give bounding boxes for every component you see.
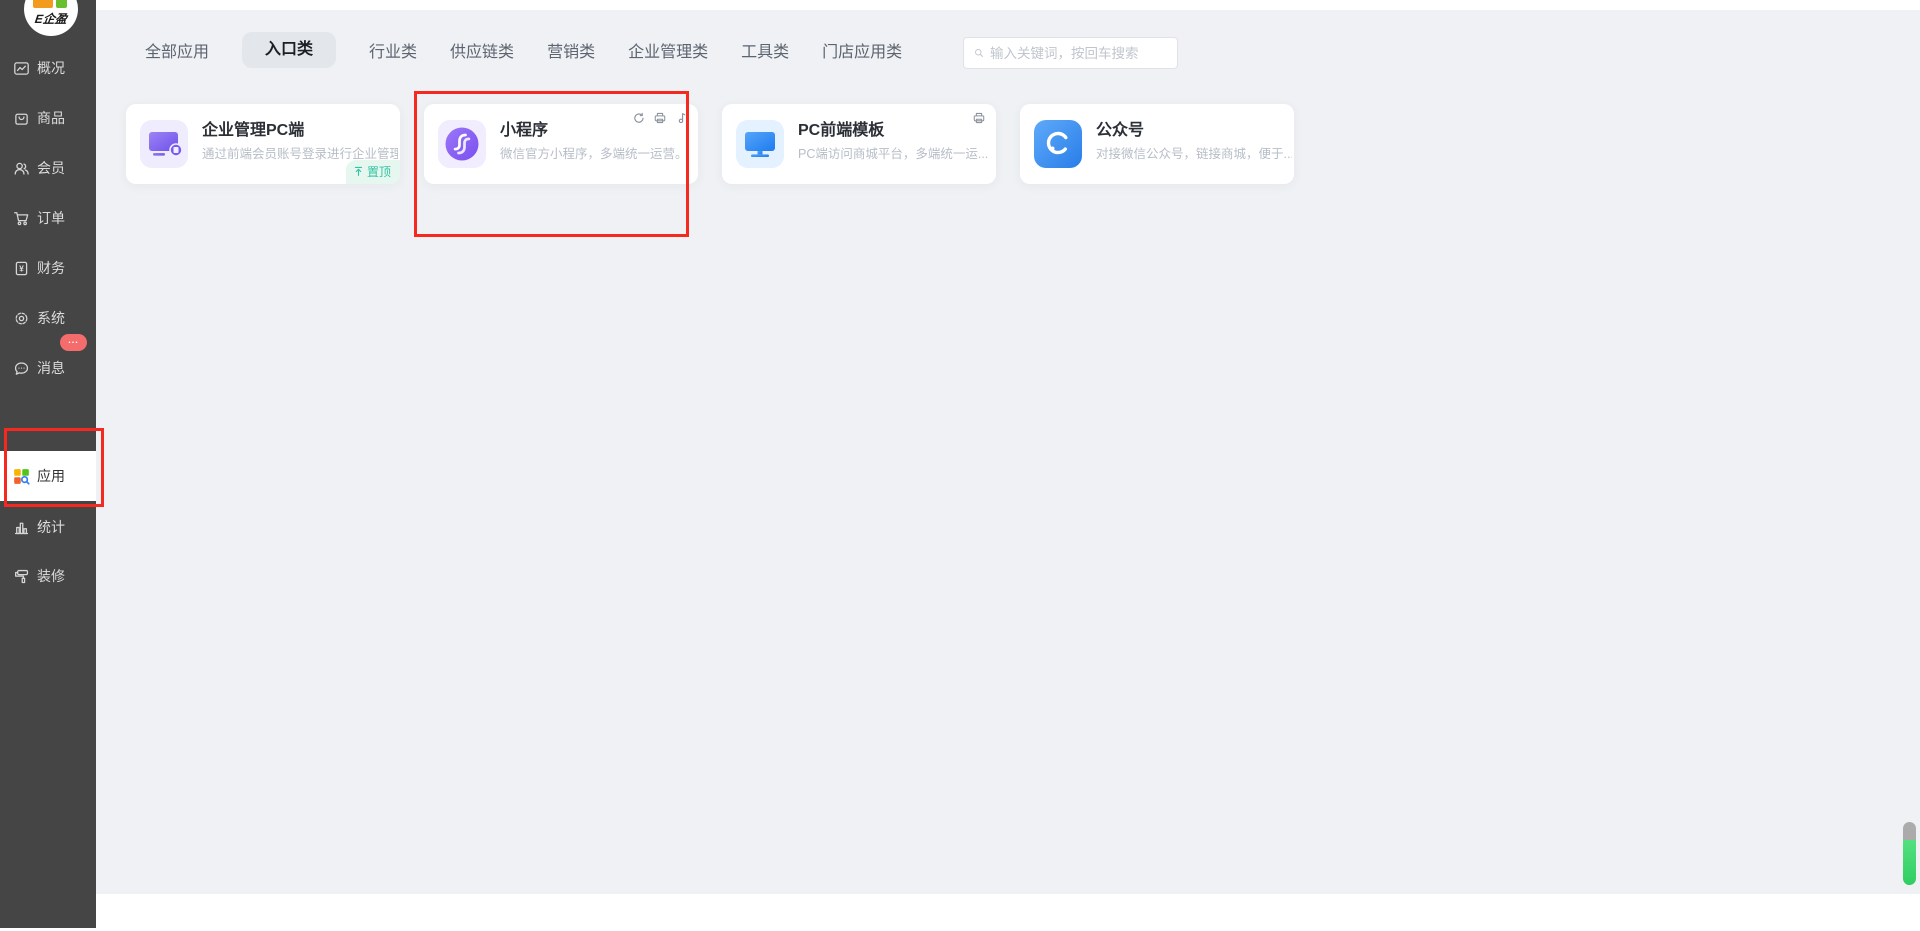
app-card-title: 企业管理PC端 xyxy=(202,116,304,140)
system-icon xyxy=(12,309,30,327)
stats-icon xyxy=(12,518,30,536)
finance-icon: ¥ xyxy=(12,259,30,277)
pc-template-app-icon xyxy=(736,120,784,168)
app-card-desc: 对接微信公众号，链接商城，便于... xyxy=(1096,143,1292,162)
sidebar-item-finance[interactable]: ¥ 财务 xyxy=(0,257,96,279)
tab-all-apps[interactable]: 全部应用 xyxy=(145,38,209,62)
printer-icon[interactable] xyxy=(653,111,667,125)
sidebar-item-apps[interactable]: 应用 xyxy=(0,451,96,501)
pin-top-icon xyxy=(353,166,364,177)
sidebar-item-orders[interactable]: 订单 xyxy=(0,207,96,229)
sidebar-item-system[interactable]: 系统 xyxy=(0,307,96,329)
app-logo[interactable]: E企盈 xyxy=(24,0,78,36)
sidebar-item-goods[interactable]: 商品 xyxy=(0,107,96,129)
goods-icon xyxy=(12,109,30,127)
app-card-pc-admin[interactable]: 企业管理PC端 通过前端会员账号登录进行企业管理 置顶 xyxy=(126,104,400,184)
members-icon xyxy=(12,159,30,177)
sidebar-item-stats[interactable]: 统计 xyxy=(0,516,96,538)
sidebar-item-overview[interactable]: 概况 xyxy=(0,57,96,79)
tab-supply-chain[interactable]: 供应链类 xyxy=(450,38,514,62)
pin-top-label: 置顶 xyxy=(367,163,391,180)
refresh-icon[interactable] xyxy=(632,111,646,125)
overview-icon xyxy=(12,59,30,77)
app-card-title: 小程序 xyxy=(500,116,548,140)
sidebar-item-decorate-label: 装修 xyxy=(37,566,65,586)
vertical-scrollbar-thumb[interactable] xyxy=(1903,822,1916,885)
logo-text: E企盈 xyxy=(24,10,78,27)
sidebar-item-messages-label: 消息 xyxy=(37,358,65,378)
category-tabs: 全部应用 入口类 行业类 供应链类 营销类 企业管理类 工具类 门店应用类 xyxy=(145,32,902,68)
sidebar: E企盈 概况 商品 xyxy=(0,0,96,928)
app-card-title: 公众号 xyxy=(1096,116,1144,140)
apps-icon xyxy=(12,467,30,485)
sidebar-item-goods-label: 商品 xyxy=(37,108,65,128)
note-icon[interactable] xyxy=(674,111,688,125)
sidebar-item-members[interactable]: 会员 xyxy=(0,157,96,179)
sidebar-item-members-label: 会员 xyxy=(37,158,65,178)
tab-marketing[interactable]: 营销类 xyxy=(547,38,595,62)
official-account-app-icon xyxy=(1034,120,1082,168)
search-input[interactable] xyxy=(990,46,1167,61)
sidebar-item-messages[interactable]: 消息 xyxy=(0,357,96,379)
search-box xyxy=(963,37,1178,69)
app-card-desc: 微信官方小程序，多端统一运营。 xyxy=(500,143,696,162)
miniprogram-app-icon xyxy=(438,120,486,168)
app-card-miniprogram[interactable]: 小程序 微信官方小程序，多端统一运营。 xyxy=(424,104,698,184)
app-card-official-account[interactable]: 公众号 对接微信公众号，链接商城，便于... xyxy=(1020,104,1294,184)
svg-text:¥: ¥ xyxy=(19,263,24,273)
scrollbar-thumb-gray-segment xyxy=(1903,822,1916,840)
printer-icon[interactable] xyxy=(972,111,986,125)
app-card-desc: PC端访问商城平台，多端统一运... xyxy=(798,143,994,162)
tab-enterprise-mgmt[interactable]: 企业管理类 xyxy=(628,38,708,62)
messages-badge: ... xyxy=(60,334,87,351)
tab-industry[interactable]: 行业类 xyxy=(369,38,417,62)
tab-store-apps[interactable]: 门店应用类 xyxy=(822,38,902,62)
sidebar-item-apps-label: 应用 xyxy=(37,466,65,486)
sidebar-item-finance-label: 财务 xyxy=(37,258,65,278)
app-card-pc-template[interactable]: PC前端模板 PC端访问商城平台，多端统一运... xyxy=(722,104,996,184)
app-card-title: PC前端模板 xyxy=(798,116,884,140)
tab-entry[interactable]: 入口类 xyxy=(242,32,336,68)
decorate-icon xyxy=(12,567,30,585)
tab-tools[interactable]: 工具类 xyxy=(741,38,789,62)
orders-icon xyxy=(12,209,30,227)
card-actions xyxy=(632,111,688,125)
sidebar-item-overview-label: 概况 xyxy=(37,58,65,78)
logo-orange-block xyxy=(33,0,53,8)
card-actions xyxy=(972,111,986,125)
sidebar-item-decorate[interactable]: 装修 xyxy=(0,565,96,587)
pc-admin-app-icon xyxy=(140,120,188,168)
app-card-list: 企业管理PC端 通过前端会员账号登录进行企业管理 置顶 xyxy=(126,104,1294,184)
pin-top-badge[interactable]: 置顶 xyxy=(346,160,400,184)
sidebar-item-stats-label: 统计 xyxy=(37,517,65,537)
sidebar-item-system-label: 系统 xyxy=(37,308,65,328)
scrollbar-thumb-green-segment xyxy=(1903,840,1916,885)
sidebar-item-orders-label: 订单 xyxy=(37,208,65,228)
app-window: E企盈 概况 商品 xyxy=(0,0,1920,931)
messages-icon xyxy=(12,359,30,377)
logo-green-block xyxy=(56,0,67,8)
search-icon xyxy=(974,46,984,60)
